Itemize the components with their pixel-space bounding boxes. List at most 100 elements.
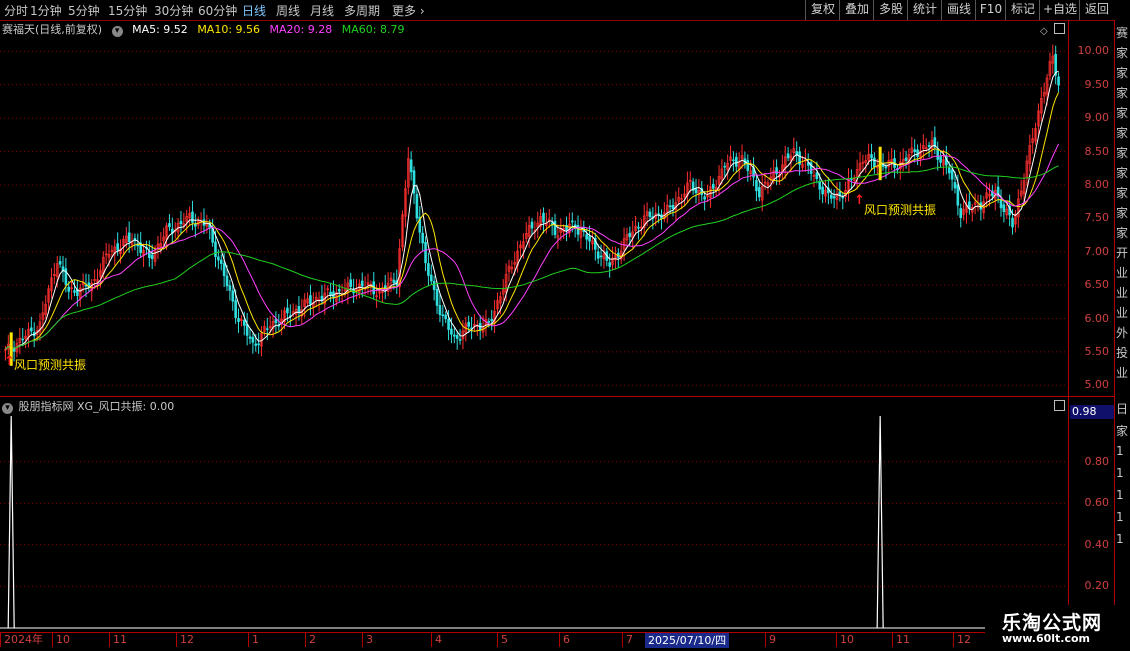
candle-body bbox=[237, 318, 240, 322]
candle-body bbox=[746, 160, 750, 171]
candle-body bbox=[412, 170, 416, 194]
side-strip-char: 家 bbox=[1116, 226, 1129, 240]
ma60-line bbox=[5, 165, 1059, 350]
month-label: 10 bbox=[52, 633, 70, 647]
candle-body bbox=[127, 232, 131, 242]
candle-body bbox=[490, 319, 494, 321]
month-label: 2024年 bbox=[0, 633, 43, 647]
candle-body bbox=[530, 221, 534, 229]
candle-body bbox=[947, 167, 951, 174]
side-strip-char: 外 bbox=[1116, 326, 1129, 340]
time-axis: 2025/07/10/四 2024年 10 11 12 1 2 3 4 5 6 7 9 10 11 12 bbox=[0, 632, 1068, 651]
candle-body bbox=[214, 241, 217, 257]
side-strip-char: 1 bbox=[1116, 510, 1124, 524]
price-axis: 10.00 9.50 9.00 8.50 8.00 7.50 7.00 6.50 6.00 5.5… bbox=[1068, 20, 1115, 632]
candle-body bbox=[286, 307, 289, 314]
panel-toggle-icon[interactable] bbox=[1054, 400, 1065, 411]
side-strip-char: 家 bbox=[1116, 424, 1129, 438]
side-strip-char: 家 bbox=[1116, 146, 1129, 160]
candle-body bbox=[248, 336, 252, 339]
candle-body bbox=[956, 184, 960, 206]
price-tick-label: 5.50 bbox=[1084, 344, 1110, 358]
price-tick-label: 7.50 bbox=[1084, 211, 1110, 225]
signal-label: 风口预测共振 bbox=[14, 358, 87, 372]
indicator-current-value: 0.98 bbox=[1070, 405, 1114, 419]
price-tick-label: 6.50 bbox=[1084, 278, 1110, 292]
candle-body bbox=[1002, 204, 1006, 213]
candle-body bbox=[242, 320, 246, 326]
side-strip-char: 家 bbox=[1116, 186, 1129, 200]
side-strip-char: 家 bbox=[1116, 166, 1129, 180]
candle-body bbox=[1011, 217, 1014, 228]
candle-body bbox=[309, 295, 312, 305]
candle-body bbox=[588, 236, 591, 242]
candle-body bbox=[936, 149, 940, 160]
price-tick-label: 10.00 bbox=[1077, 44, 1110, 58]
candle-body bbox=[884, 166, 888, 169]
indicator-tick-label: 0.20 bbox=[1084, 579, 1110, 593]
candle-body bbox=[829, 194, 833, 199]
price-tick-label: 9.50 bbox=[1084, 77, 1110, 91]
candle-body bbox=[191, 211, 194, 223]
candlestick-chart[interactable] bbox=[0, 0, 1068, 632]
candle-body bbox=[222, 263, 226, 277]
candle-body bbox=[694, 188, 698, 194]
candle-body bbox=[570, 220, 574, 223]
price-tick-label: 9.00 bbox=[1084, 111, 1110, 125]
candle-body bbox=[438, 305, 442, 315]
candle-body bbox=[225, 275, 229, 287]
candle-body bbox=[648, 211, 652, 218]
watermark-url: www.60lt.com bbox=[1002, 632, 1091, 645]
candle-body bbox=[458, 339, 462, 341]
panel-toggle-icon[interactable] bbox=[1054, 23, 1065, 34]
candle-body bbox=[453, 334, 456, 337]
candle-body bbox=[329, 291, 332, 296]
candle-body bbox=[228, 285, 232, 291]
candle-body bbox=[73, 290, 76, 293]
candle-body bbox=[818, 180, 822, 190]
side-strip-char: 家 bbox=[1116, 46, 1129, 60]
candle-body bbox=[734, 156, 738, 167]
candle-body bbox=[447, 318, 450, 330]
month-label: 3 bbox=[362, 633, 373, 647]
side-strip-char: 家 bbox=[1116, 106, 1129, 120]
candle-body bbox=[231, 290, 235, 302]
side-strip-char: 家 bbox=[1116, 206, 1129, 220]
price-tick-label: 7.00 bbox=[1084, 244, 1110, 258]
price-tick-label: 6.00 bbox=[1084, 311, 1110, 325]
toolbar-button[interactable]: 返回 bbox=[1079, 0, 1114, 20]
candle-body bbox=[959, 208, 963, 219]
candle-body bbox=[950, 169, 954, 180]
candle-body bbox=[628, 232, 632, 237]
candle-body bbox=[432, 280, 436, 290]
candle-body bbox=[542, 212, 545, 223]
side-strip-char: 业 bbox=[1116, 306, 1129, 320]
candle-body bbox=[392, 279, 396, 284]
month-label: 11 bbox=[892, 633, 910, 647]
side-strip-char: 业 bbox=[1116, 286, 1129, 300]
candle-body bbox=[427, 263, 430, 276]
month-label: 11 bbox=[109, 633, 127, 647]
diamond-icon[interactable]: ◇ bbox=[1040, 26, 1048, 37]
candle-body bbox=[487, 321, 491, 323]
side-strip-char: 业 bbox=[1116, 366, 1129, 380]
side-strip-char: 业 bbox=[1116, 266, 1129, 280]
side-strip-char: 1 bbox=[1116, 444, 1124, 458]
candle-body bbox=[450, 328, 453, 335]
candle-body bbox=[786, 153, 790, 159]
candle-body bbox=[711, 183, 715, 189]
month-label: 12 bbox=[176, 633, 194, 647]
candle-body bbox=[429, 274, 433, 282]
candle-body bbox=[257, 343, 260, 346]
price-tick-label: 8.00 bbox=[1084, 177, 1110, 191]
candle-body bbox=[775, 167, 778, 175]
side-strip-char: 开 bbox=[1116, 246, 1129, 260]
candle-body bbox=[254, 343, 258, 346]
candle-body bbox=[596, 251, 600, 259]
candle-body bbox=[904, 157, 908, 161]
side-panel-strip[interactable]: 赛家家家家家家家家家家开业业业外投业日家11111 bbox=[1114, 20, 1130, 632]
candle-body bbox=[251, 336, 255, 343]
candle-body bbox=[424, 241, 427, 264]
signal-candle bbox=[878, 146, 882, 181]
candle-body bbox=[815, 172, 819, 180]
